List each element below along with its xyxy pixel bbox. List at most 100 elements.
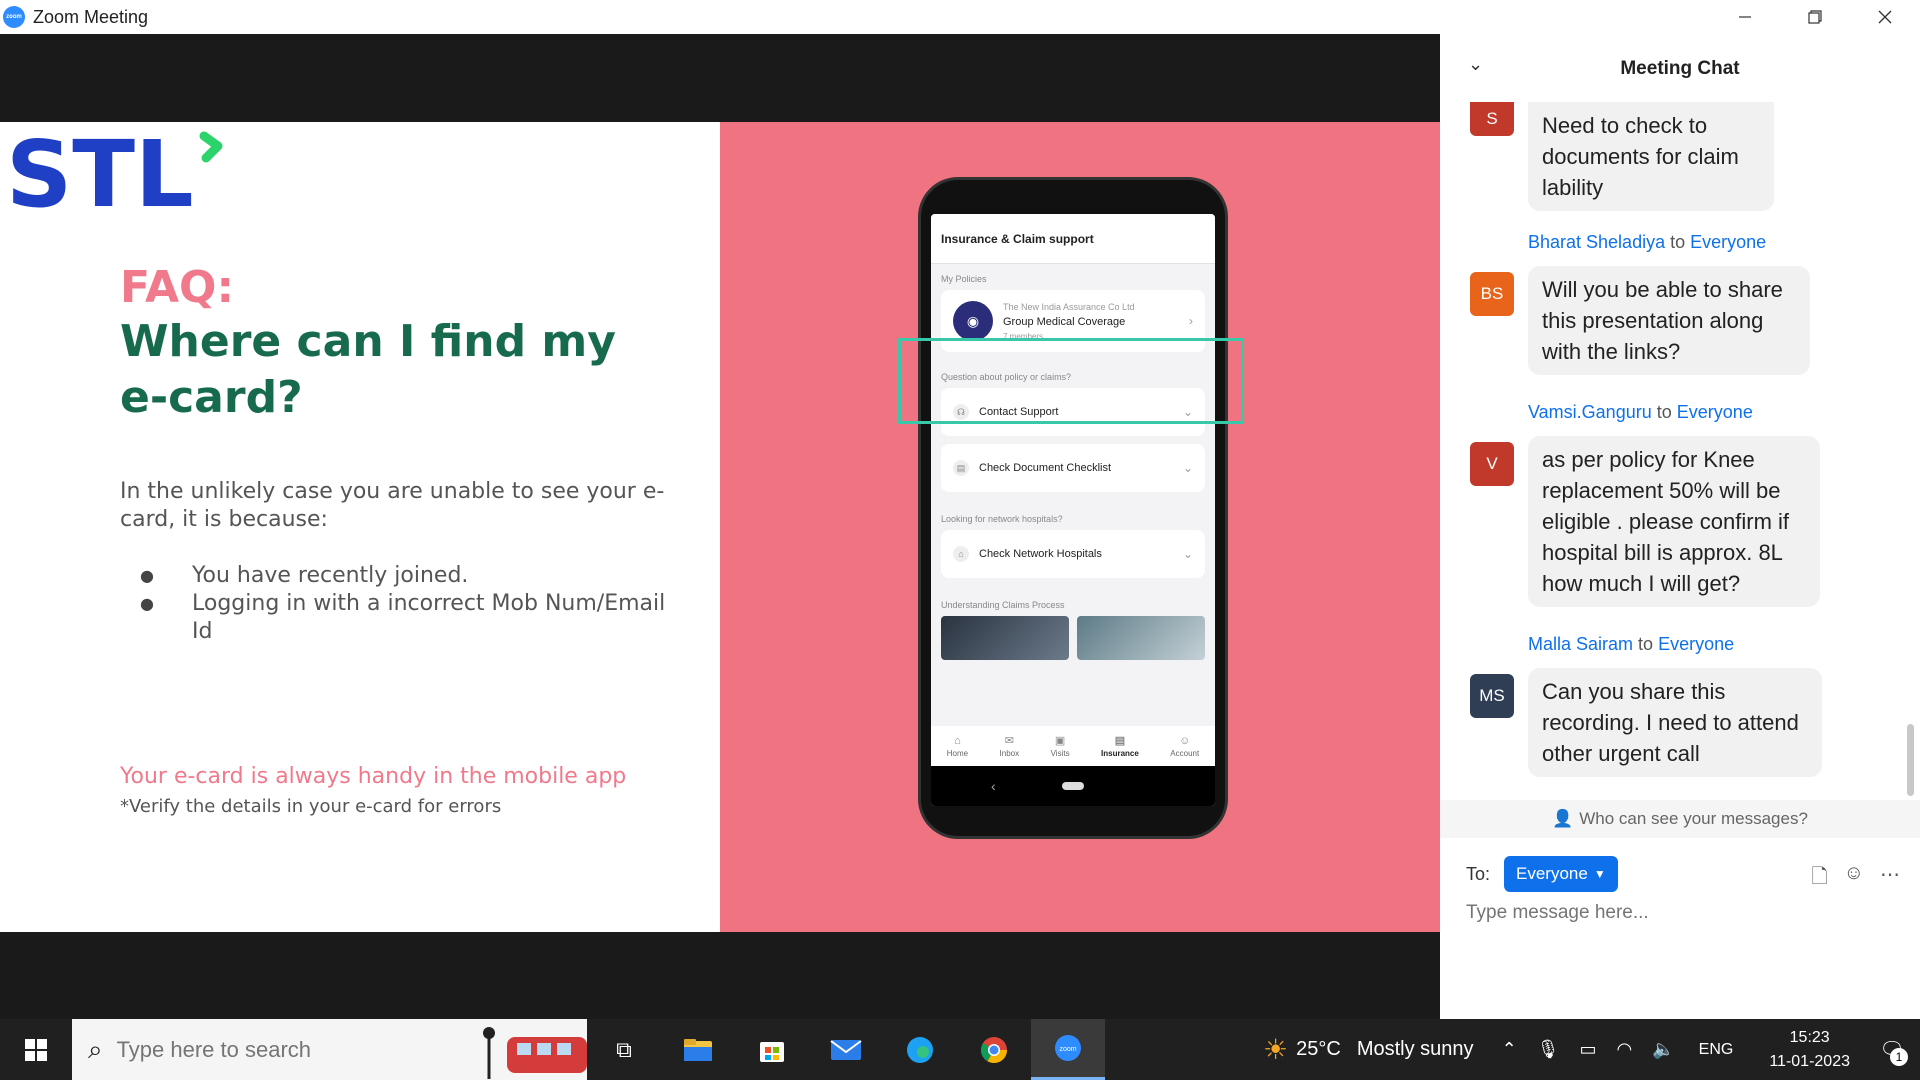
insurance-icon: ▤ [1114, 735, 1126, 747]
phone-item-label: Check Network Hospitals [979, 548, 1102, 560]
chat-message-sender: Malla Sairam to Everyone [1528, 634, 1734, 655]
chat-scrollbar[interactable] [1907, 724, 1914, 796]
taskbar-search[interactable]: ⌕ [72, 1019, 587, 1080]
search-input[interactable] [116, 1036, 457, 1063]
home-icon: ⌂ [954, 734, 961, 747]
chevron-right-icon: › [1189, 314, 1193, 328]
chevron-up-icon[interactable]: ⌃ [1502, 1039, 1517, 1060]
search-icon: ⌕ [88, 1033, 103, 1064]
recipient-dropdown-value: Everyone [1516, 864, 1588, 883]
phone-nav-account: ☺ Account [1170, 734, 1200, 758]
start-button[interactable] [0, 1019, 72, 1080]
edge-browser-icon[interactable] [883, 1019, 957, 1080]
task-view-icon[interactable]: ⧉ [587, 1019, 661, 1080]
inbox-icon: ✉ [1004, 735, 1014, 747]
presentation-slide: STL FAQ: Where can I find my e-card? In … [0, 122, 1440, 932]
minimize-button[interactable] [1710, 0, 1780, 34]
clock-time: 15:23 [1789, 1028, 1830, 1046]
window-controls [1710, 0, 1920, 34]
back-icon: ‹ [991, 778, 996, 794]
emoji-icon[interactable]: ☺ [1844, 862, 1864, 896]
stl-logo: STL [6, 128, 223, 218]
hospital-icon: ⌂ [953, 546, 969, 562]
notification-count: 1 [1890, 1047, 1908, 1066]
recipient-name[interactable]: Everyone [1690, 232, 1766, 252]
phone-nav-home: ⌂ Home [946, 734, 969, 758]
claims-thumbnail [941, 616, 1069, 660]
language-indicator[interactable]: ENG [1699, 1041, 1734, 1059]
phone-mockup: Insurance & Claim support My Policies ◉ … [918, 177, 1228, 839]
chevron-down-icon: ⌄ [1182, 547, 1193, 561]
wifi-icon[interactable]: ◠ [1617, 1039, 1633, 1060]
avatar[interactable]: MS [1470, 674, 1514, 718]
phone-item-label: Check Document Checklist [979, 462, 1112, 474]
close-button[interactable] [1850, 0, 1920, 34]
chat-message-input[interactable] [1466, 902, 1886, 924]
microphone-icon[interactable]: 🎙 [1537, 1039, 1560, 1060]
to-word: to [1670, 232, 1686, 252]
chat-message-text: Need to check to documents for claim lab… [1528, 102, 1774, 211]
claims-process-thumbnails [941, 616, 1205, 660]
shared-screen: STL FAQ: Where can I find my e-card? In … [0, 34, 1440, 1019]
sender-name[interactable]: Malla Sairam [1528, 634, 1633, 654]
chrome-browser-icon[interactable] [957, 1019, 1031, 1080]
ecard-handy-note: Your e-card is always handy in the mobil… [120, 764, 627, 789]
title-bar: zoom Zoom Meeting [0, 0, 1920, 34]
claims-thumbnail [1077, 616, 1205, 660]
to-word: to [1656, 402, 1672, 422]
file-explorer-icon[interactable] [661, 1019, 735, 1080]
policy-name: Group Medical Coverage [1003, 315, 1126, 328]
system-tray: ☀ 25°C Mostly sunny ⌃ 🎙 ▭ ◠ 🔈 ENG 15:23 … [1263, 1019, 1920, 1080]
zoom-taskbar-icon[interactable]: zoom [1031, 1019, 1105, 1080]
search-highlight-art [483, 1027, 587, 1079]
microsoft-store-icon[interactable] [735, 1019, 809, 1080]
meeting-chat-panel: ⌄ Meeting Chat S Need to check to docume… [1440, 34, 1920, 1019]
sunny-weather-icon: ☀ [1263, 1034, 1289, 1065]
phone-section-label: Understanding Claims Process [941, 600, 1065, 610]
faq-bullet: Logging in with a incorrect Mob Num/Emai… [140, 590, 680, 646]
document-icon: ▤ [953, 460, 969, 476]
more-icon[interactable]: ⋯ [1880, 862, 1900, 896]
mail-icon[interactable] [809, 1019, 883, 1080]
notification-center-button[interactable]: 🗨 1 [1872, 1030, 1912, 1070]
slide-right-panel: Insurance & Claim support My Policies ◉ … [720, 122, 1440, 932]
who-can-see-messages[interactable]: 👤 Who can see your messages? [1440, 800, 1920, 838]
sender-name[interactable]: Bharat Sheladiya [1528, 232, 1665, 252]
faq-bullet-list: You have recently joined. Logging in wit… [140, 562, 680, 646]
phone-nav-insurance: ▤ Insurance [1101, 735, 1139, 758]
weather-description: Mostly sunny [1356, 1038, 1474, 1060]
restore-icon [1808, 10, 1822, 24]
close-icon [1878, 10, 1892, 24]
chat-message-text: as per policy for Knee replacement 50% w… [1528, 436, 1820, 607]
battery-icon[interactable]: ▭ [1580, 1039, 1597, 1060]
phone-item-document-checklist: ▤ Check Document Checklist ⌄ [941, 444, 1205, 492]
sender-name[interactable]: Vamsi.Ganguru [1528, 402, 1652, 422]
weather-widget[interactable]: ☀ 25°C Mostly sunny [1263, 1033, 1474, 1066]
phone-nav-visits: ▣ Visits [1050, 735, 1070, 758]
to-word: to [1638, 634, 1654, 654]
phone-system-bar: ‹ [931, 766, 1215, 806]
volume-icon[interactable]: 🔈 [1652, 1039, 1674, 1060]
visits-icon: ▣ [1054, 735, 1066, 747]
avatar: S [1470, 102, 1514, 136]
clock[interactable]: 15:23 11-01-2023 [1769, 1026, 1850, 1074]
chat-toolbar: 🗋 ☺ ⋯ [1811, 862, 1900, 896]
recipient-name[interactable]: Everyone [1658, 634, 1734, 654]
avatar[interactable]: BS [1470, 272, 1514, 316]
chat-message-text: Will you be able to share this presentat… [1528, 266, 1810, 375]
file-icon[interactable]: 🗋 [1811, 862, 1827, 896]
weather-temperature: 25°C [1296, 1038, 1341, 1060]
policy-highlight-box [898, 338, 1244, 424]
chevron-down-icon: ▼ [1593, 867, 1606, 881]
recipient-dropdown[interactable]: Everyone ▼ [1504, 856, 1618, 892]
phone-screen: Insurance & Claim support My Policies ◉ … [931, 214, 1215, 806]
chat-message-text: Can you share this recording. I need to … [1528, 668, 1822, 777]
recipient-name[interactable]: Everyone [1677, 402, 1753, 422]
restore-button[interactable] [1780, 0, 1850, 34]
windows-logo-icon [25, 1038, 47, 1061]
avatar[interactable]: V [1470, 442, 1514, 486]
chat-message-sender: Vamsi.Ganguru to Everyone [1528, 402, 1753, 423]
phone-section-label: My Policies [941, 274, 987, 284]
person-icon: 👤 [1552, 809, 1574, 828]
who-can-see-label: Who can see your messages? [1579, 809, 1808, 828]
